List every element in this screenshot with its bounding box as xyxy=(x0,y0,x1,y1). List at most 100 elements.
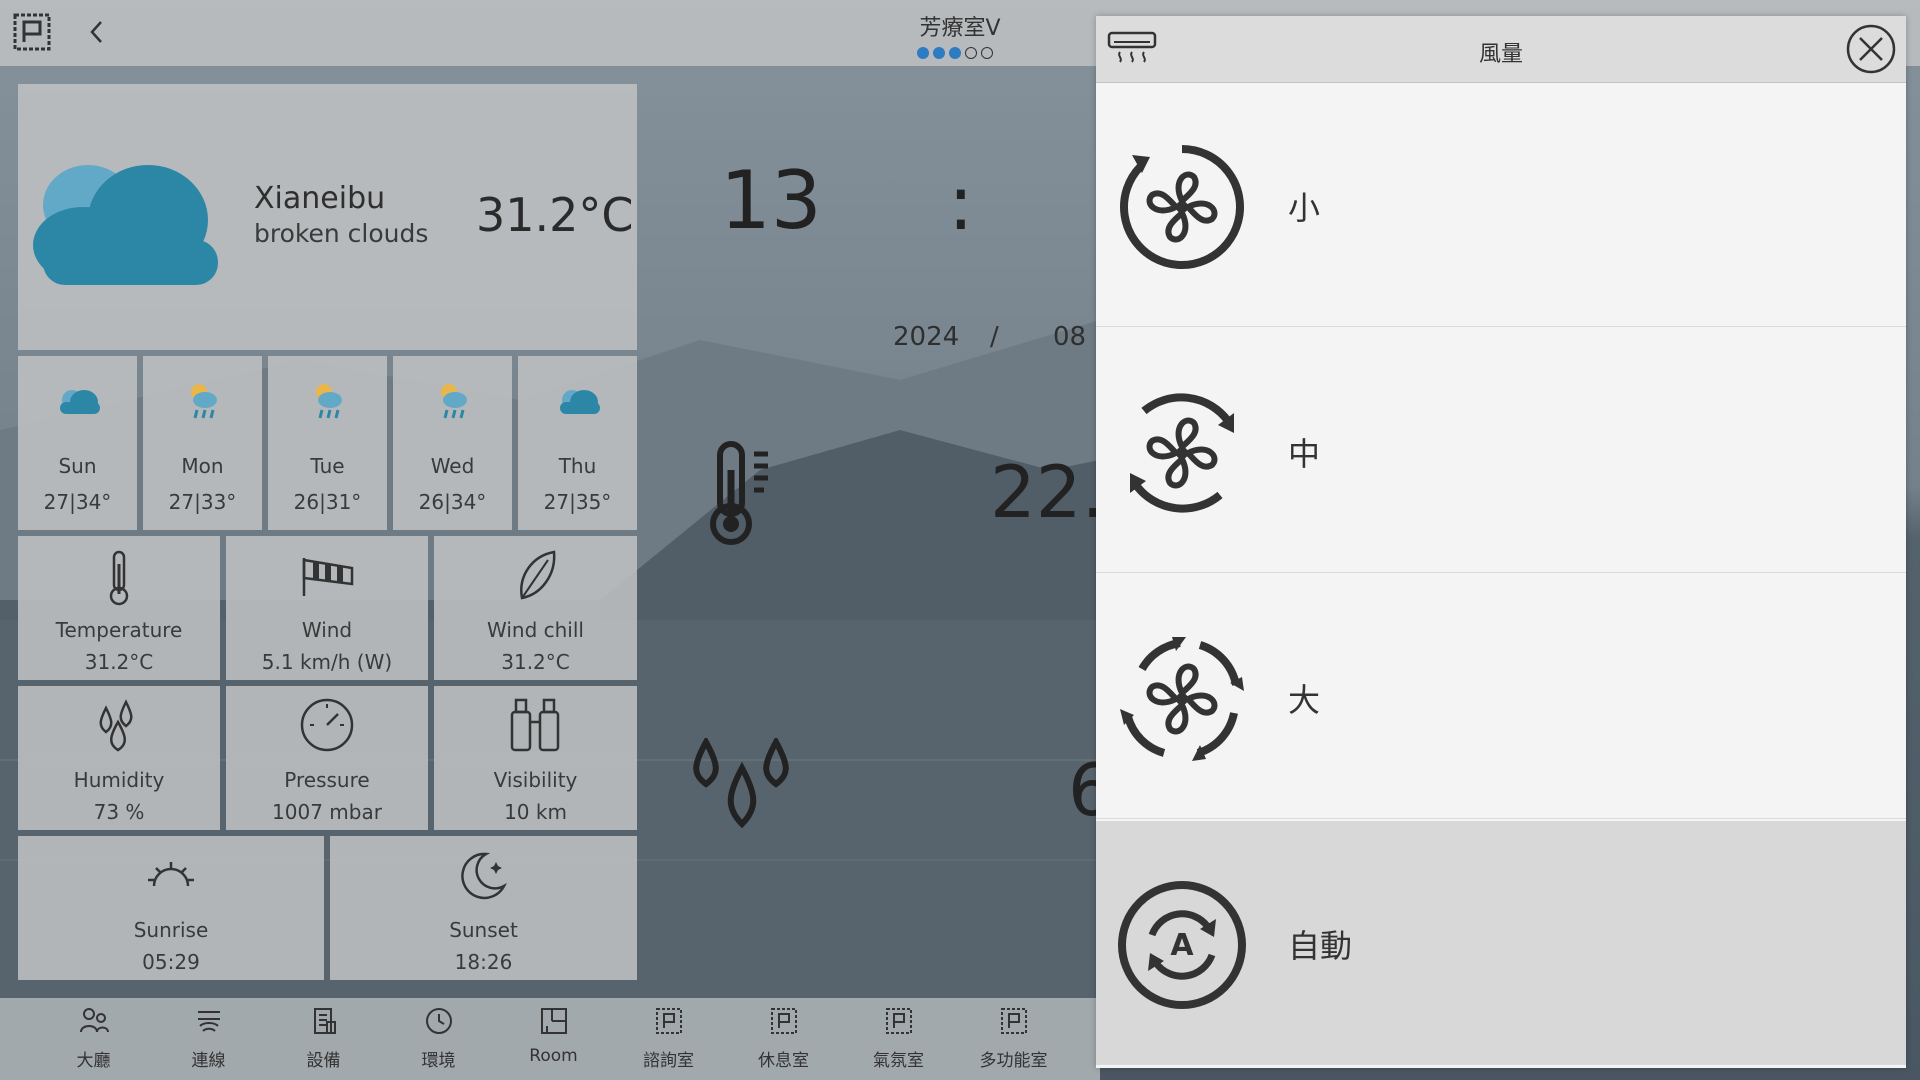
detail-value: 10 km xyxy=(504,800,567,824)
detail-label: Visibility xyxy=(493,768,578,792)
detail-value: 1007 mbar xyxy=(272,800,382,824)
thermometer-icon xyxy=(109,550,129,606)
forecast-day: Tue 26|31° xyxy=(268,356,387,530)
forecast-range: 26|31° xyxy=(293,490,362,514)
detail-visibility: Visibility 10 km xyxy=(434,686,637,830)
detail-sunset: Sunset 18:26 xyxy=(330,836,637,980)
binoculars-icon xyxy=(510,698,560,752)
sun-rain-icon xyxy=(441,384,467,419)
forecast-day-label: Wed xyxy=(430,454,475,478)
device-icon xyxy=(314,1008,336,1034)
forecast-day-label: Sun xyxy=(58,454,97,478)
forecast-range: 26|34° xyxy=(418,490,487,514)
detail-label: Wind chill xyxy=(487,618,584,642)
page-dot[interactable] xyxy=(917,47,929,59)
date-month: 08 xyxy=(1053,322,1087,352)
people-icon xyxy=(80,1008,109,1033)
detail-temperature: Temperature 31.2°C xyxy=(18,536,220,680)
cloud-icon xyxy=(60,390,100,414)
page-dot[interactable] xyxy=(965,47,977,59)
room-icon xyxy=(886,1008,912,1034)
moon-icon xyxy=(461,852,508,900)
fan-auto-icon: A xyxy=(1118,881,1246,1009)
nav-item-consult-room[interactable]: 諮詢室 xyxy=(611,998,726,1080)
detail-value: 05:29 xyxy=(142,950,200,974)
weather-current-temperature: 31.2°C xyxy=(476,188,634,242)
weather-city: Xianeibu xyxy=(254,181,386,216)
weather-condition: broken clouds xyxy=(254,219,429,248)
sun-rain-icon xyxy=(191,384,217,419)
page-dot[interactable] xyxy=(981,47,993,59)
nav-item-devices[interactable]: 設備 xyxy=(266,998,381,1080)
droplets-icon xyxy=(99,699,133,752)
date-year: 2024 xyxy=(893,322,960,352)
detail-value: 31.2°C xyxy=(84,650,154,674)
fan-speed-option-high[interactable]: 大 xyxy=(1096,575,1906,819)
fan-speed-option-low[interactable]: 小 xyxy=(1096,83,1906,327)
option-label: 大 xyxy=(1288,681,1321,719)
nav-item-room[interactable]: Room xyxy=(496,998,611,1080)
forecast-range: 27|33° xyxy=(168,490,237,514)
cloud-icon xyxy=(33,165,218,285)
detail-wind-chill: Wind chill 31.2°C xyxy=(434,536,637,680)
clock-hour: 13 xyxy=(720,154,822,247)
dialog-title: 風量 xyxy=(1478,42,1523,67)
close-icon[interactable] xyxy=(1846,24,1896,74)
droplets-icon xyxy=(693,738,789,829)
nav-item-multipurpose-room[interactable]: 多功能室 xyxy=(956,998,1071,1080)
forecast-day: Wed 26|34° xyxy=(393,356,512,530)
cloud-icon xyxy=(560,390,600,414)
room-title: 芳療室V xyxy=(919,16,1001,41)
option-label: 小 xyxy=(1288,189,1321,227)
nav-label: 設備 xyxy=(306,1051,341,1071)
nav-label: 多功能室 xyxy=(979,1051,1048,1071)
page-dot[interactable] xyxy=(933,47,945,59)
nav-item-ambience-room[interactable]: 氣氛室 xyxy=(841,998,956,1080)
detail-label: Temperature xyxy=(55,618,183,642)
nav-item-environment[interactable]: 環境 xyxy=(381,998,496,1080)
room-icon[interactable] xyxy=(12,12,52,52)
detail-label: Pressure xyxy=(284,768,370,792)
detail-label: Wind xyxy=(301,618,353,642)
forecast-day-label: Tue xyxy=(310,454,345,478)
detail-label: Sunrise xyxy=(133,918,209,942)
dialog-header: 風量 xyxy=(1096,16,1906,83)
forecast-range: 27|34° xyxy=(43,490,112,514)
connection-icon xyxy=(198,1011,220,1032)
nav-label: 大廳 xyxy=(76,1051,111,1071)
room-icon xyxy=(771,1008,797,1034)
date-separator: / xyxy=(990,322,999,352)
nav-label: 諮詢室 xyxy=(643,1051,694,1071)
nav-item-connection[interactable]: 連線 xyxy=(151,998,266,1080)
forecast-day-label: Thu xyxy=(558,454,597,478)
detail-wind: Wind 5.1 km/h (W) xyxy=(226,536,428,680)
fan-speed-option-auto[interactable]: A 自動 xyxy=(1096,821,1906,1065)
detail-label: Humidity xyxy=(73,768,165,792)
clock-icon xyxy=(426,1008,452,1034)
nav-item-rest-room[interactable]: 休息室 xyxy=(726,998,841,1080)
nav-label: 氣氛室 xyxy=(873,1051,924,1071)
nav-label: 環境 xyxy=(421,1051,456,1071)
detail-value: 5.1 km/h (W) xyxy=(261,650,393,674)
thermometer-icon xyxy=(710,441,768,545)
bottom-nav: 大廳 連線 設備 環境 Room 諮詢室 休息室 氣氛室 多功能室 xyxy=(0,998,1100,1080)
windsock-icon xyxy=(302,558,354,596)
nav-label: 連線 xyxy=(191,1051,226,1071)
temperature-reading: 22. xyxy=(990,450,1105,534)
forecast-range: 27|35° xyxy=(543,490,612,514)
fan-speed-dialog: 風量 小 中 大 A 自動 xyxy=(1096,16,1906,1068)
forecast-day: Thu 27|35° xyxy=(518,356,637,530)
nav-item-lobby[interactable]: 大廳 xyxy=(36,998,151,1080)
detail-value: 18:26 xyxy=(454,950,513,974)
room-icon xyxy=(1001,1008,1027,1034)
page-dot[interactable] xyxy=(949,47,961,59)
forecast-day-label: Mon xyxy=(181,454,224,478)
room-icon xyxy=(656,1008,682,1034)
detail-humidity: Humidity 73 % xyxy=(18,686,220,830)
weather-panel: Xianeibu broken clouds 31.2°C Sun 27|34°… xyxy=(18,84,637,980)
room-icon xyxy=(541,1008,567,1034)
back-chevron-icon[interactable] xyxy=(86,18,108,46)
sunrise-icon xyxy=(148,862,194,887)
fan-speed-option-medium[interactable]: 中 xyxy=(1096,329,1906,573)
svg-text:A: A xyxy=(1170,928,1194,963)
